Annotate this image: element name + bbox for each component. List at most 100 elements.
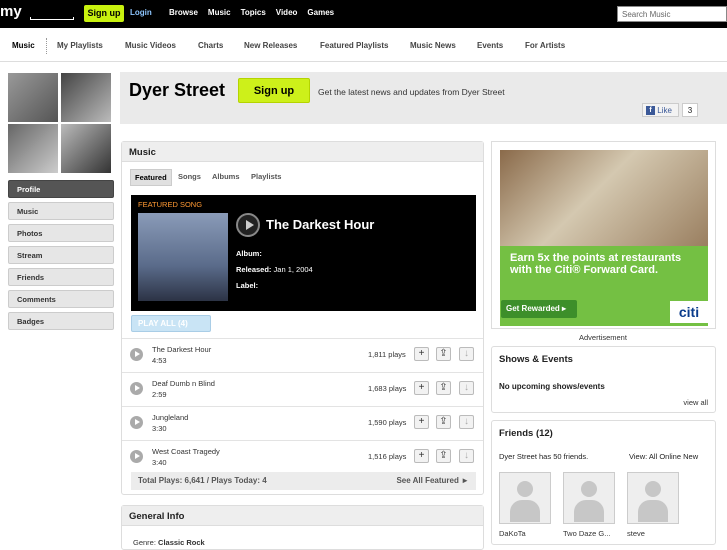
ad-cta-button[interactable]: Get Rewarded ▸ (501, 300, 577, 318)
play-all-button[interactable]: PLAY ALL (4) (131, 315, 211, 332)
genre-value[interactable]: Classic Rock (158, 538, 205, 547)
track-title[interactable]: Deaf Dumb n Blind (152, 379, 215, 388)
subnav-charts[interactable]: Charts (198, 41, 223, 50)
play-icon[interactable] (130, 348, 143, 361)
play-icon[interactable] (130, 450, 143, 463)
see-all-featured-link[interactable]: See All Featured ► (396, 476, 469, 485)
featured-song-title[interactable]: The Darkest Hour (266, 217, 374, 232)
like-button[interactable]: f Like (642, 103, 679, 117)
like-label: Like (657, 106, 672, 115)
artist-photo[interactable] (61, 124, 111, 173)
label-label: Label: (236, 281, 259, 290)
add-icon[interactable]: + (414, 415, 429, 429)
like-count: 3 (682, 103, 698, 117)
facebook-icon: f (646, 106, 655, 116)
total-plays: Total Plays: 6,641 / Plays Today: 4 See … (131, 472, 476, 490)
view-all-option[interactable]: All (649, 452, 657, 461)
signup-button[interactable]: Sign up (84, 5, 124, 22)
view-all-link[interactable]: view all (683, 398, 708, 407)
artist-photo[interactable] (8, 73, 58, 122)
label-meta: Label: (236, 281, 258, 290)
share-icon[interactable]: ⇪ (436, 381, 451, 395)
friends-summary: Dyer Street has 50 friends. (499, 452, 589, 461)
page-title: Dyer Street (129, 80, 226, 100)
avatar[interactable] (563, 472, 615, 524)
view-new-option[interactable]: New (683, 452, 698, 461)
sidebar-item-comments[interactable]: Comments (8, 290, 114, 308)
general-info-panel: General Info Genre: Classic Rock (121, 505, 484, 550)
nav-video[interactable]: Video (276, 8, 298, 17)
add-icon[interactable]: + (414, 449, 429, 463)
sidebar-item-profile[interactable]: Profile (8, 180, 114, 198)
top-bar: my Sign up Login Browse Music Topics Vid… (0, 0, 727, 28)
play-icon[interactable] (236, 213, 260, 237)
track-plays: 1,683 plays (368, 384, 407, 393)
tab-featured[interactable]: Featured (130, 169, 172, 186)
avatar[interactable] (499, 472, 551, 524)
friend-name[interactable]: steve (627, 529, 645, 538)
artist-photo[interactable] (61, 73, 111, 122)
download-icon[interactable]: ↓ (459, 415, 474, 429)
featured-song-label: FEATURED SONG (138, 200, 203, 209)
artist-photo[interactable] (8, 124, 58, 173)
tab-playlists[interactable]: Playlists (247, 169, 285, 184)
subnav-new-releases[interactable]: New Releases (244, 41, 297, 50)
ad-banner[interactable]: Earn 5x the points at restaurants with t… (500, 246, 708, 326)
sidebar-item-badges[interactable]: Badges (8, 312, 114, 330)
nav-games[interactable]: Games (307, 8, 334, 17)
subnav-featured-playlists[interactable]: Featured Playlists (320, 41, 388, 50)
sidebar-item-stream[interactable]: Stream (8, 246, 114, 264)
subnav-music-videos[interactable]: Music Videos (125, 41, 176, 50)
sidebar-item-friends[interactable]: Friends (8, 268, 114, 286)
released-meta: Released: Jan 1, 2004 (236, 265, 313, 274)
play-icon[interactable] (130, 416, 143, 429)
friend-name[interactable]: DaKoTa (499, 529, 526, 538)
advertisement[interactable]: Earn 5x the points at restaurants with t… (491, 141, 716, 329)
friend-name[interactable]: Two Daze G... (563, 529, 611, 538)
login-link[interactable]: Login (130, 8, 152, 17)
download-icon[interactable]: ↓ (459, 381, 474, 395)
track-row: The Darkest Hour 4:53 1,811 plays + ⇪ ↓ (122, 338, 483, 372)
album-art[interactable] (138, 213, 228, 301)
artist-signup-button[interactable]: Sign up (238, 78, 310, 103)
subnav-my-playlists[interactable]: My Playlists (57, 41, 103, 50)
add-icon[interactable]: + (414, 347, 429, 361)
share-icon[interactable]: ⇪ (436, 415, 451, 429)
featured-song: FEATURED SONG The Darkest Hour Album: Re… (131, 195, 476, 311)
track-title[interactable]: The Darkest Hour (152, 345, 211, 354)
avatar[interactable] (627, 472, 679, 524)
add-icon[interactable]: + (414, 381, 429, 395)
subnav-for-artists[interactable]: For Artists (525, 41, 565, 50)
ad-image[interactable] (500, 150, 708, 246)
top-nav: Browse Music Topics Video Games (169, 8, 344, 17)
sidebar-item-music[interactable]: Music (8, 202, 114, 220)
genre: Genre: Classic Rock (133, 538, 205, 547)
subnav-events[interactable]: Events (477, 41, 503, 50)
track-title[interactable]: West Coast Tragedy (152, 447, 220, 456)
track-row: West Coast Tragedy 3:40 1,516 plays + ⇪ … (122, 440, 483, 474)
tab-albums[interactable]: Albums (208, 169, 244, 184)
share-icon[interactable]: ⇪ (436, 449, 451, 463)
download-icon[interactable]: ↓ (459, 449, 474, 463)
search-input[interactable]: Search Music (617, 6, 727, 22)
subnav-music[interactable]: Music (12, 41, 35, 50)
track-plays: 1,590 plays (368, 418, 407, 427)
logo-underline (30, 17, 74, 20)
site-logo[interactable]: my (0, 3, 76, 25)
nav-music[interactable]: Music (208, 8, 231, 17)
track-title[interactable]: Jungleland (152, 413, 188, 422)
play-icon[interactable] (130, 382, 143, 395)
released-label: Released: (236, 265, 272, 274)
nav-topics[interactable]: Topics (241, 8, 266, 17)
music-panel: Music Featured Songs Albums Playlists FE… (121, 141, 484, 495)
sidebar-item-photos[interactable]: Photos (8, 224, 114, 242)
sub-nav: Music My Playlists Music Videos Charts N… (0, 28, 727, 62)
download-icon[interactable]: ↓ (459, 347, 474, 361)
nav-browse[interactable]: Browse (169, 8, 198, 17)
music-panel-title: Music (122, 142, 483, 162)
share-icon[interactable]: ⇪ (436, 347, 451, 361)
tab-songs[interactable]: Songs (174, 169, 205, 184)
ad-label: Advertisement (579, 333, 627, 342)
view-online-option[interactable]: Online (659, 452, 681, 461)
subnav-music-news[interactable]: Music News (410, 41, 456, 50)
